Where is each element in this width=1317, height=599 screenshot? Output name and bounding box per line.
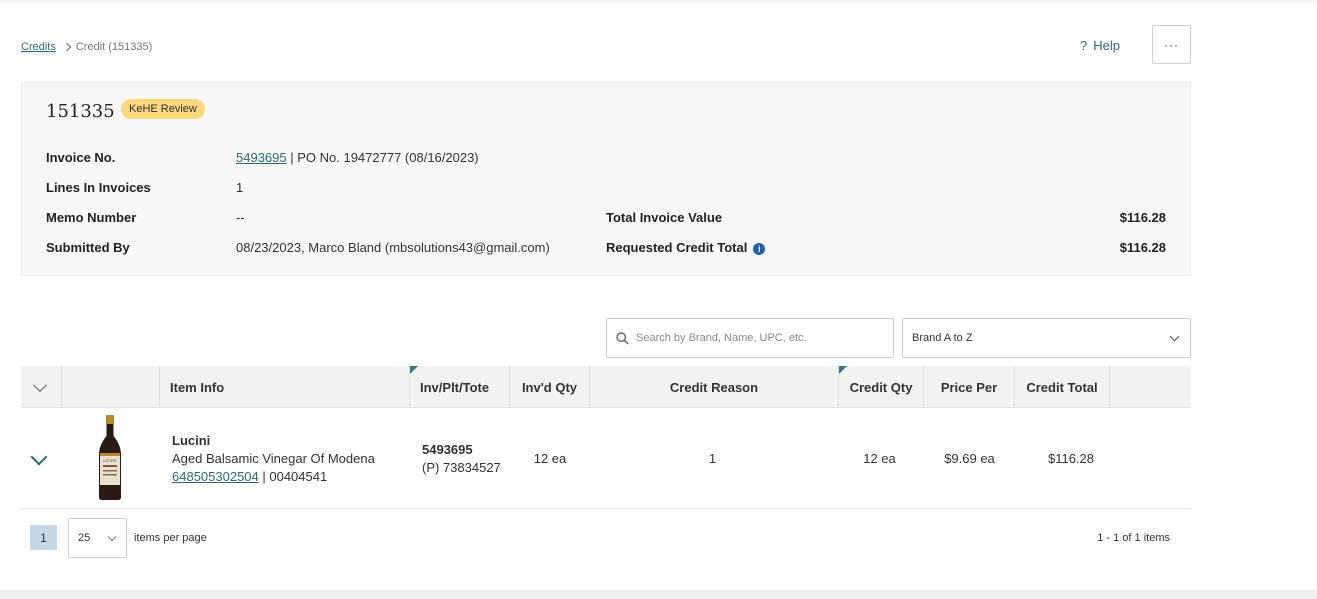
row-credit-total: $116.28 — [1047, 451, 1095, 466]
invoice-po: | PO No. 19472777 (08/16/2023) — [286, 150, 479, 165]
search-icon — [616, 331, 629, 345]
column-invd-qty[interactable]: Inv'd Qty — [510, 366, 590, 408]
footer-band — [0, 590, 1317, 599]
submitted-label: Submitted By — [46, 240, 130, 255]
chevron-right-icon — [62, 42, 72, 52]
row-credit-reason: 1 — [708, 451, 717, 466]
submitted-value: 08/23/2023, Marco Bland (mbsolutions43@g… — [236, 240, 550, 255]
column-credit-qty[interactable]: Credit Qty — [839, 366, 924, 408]
total-invoice-value: $116.28 — [1119, 210, 1166, 225]
lines-label: Lines In Invoices — [46, 180, 151, 195]
chevron-down-icon — [107, 532, 117, 542]
requested-credit-value: $116.28 — [1119, 240, 1166, 255]
total-invoice-label: Total Invoice Value — [606, 210, 723, 225]
requested-credit-label: Requested Credit Total i — [606, 240, 766, 255]
chevron-down-icon — [32, 377, 48, 393]
item-name: Aged Balsamic Vinegar Of Modena — [172, 451, 375, 466]
table-header: Item Info Inv/Plt/Tote Inv'd Qty Credit … — [21, 366, 1191, 408]
column-marker-icon — [410, 366, 418, 374]
memo-label: Memo Number — [46, 210, 137, 225]
lines-value: 1 — [236, 180, 244, 195]
column-price-per[interactable]: Price Per — [924, 366, 1015, 408]
item-upc-link[interactable]: 648505302504 — [172, 469, 259, 484]
table-row: LUCINI Lucini Aged Balsamic Vinegar Of M… — [21, 408, 1191, 509]
credit-id: 151335 — [46, 101, 115, 122]
search-input[interactable] — [636, 332, 876, 344]
item-count: 1 - 1 of 1 items — [1097, 532, 1170, 544]
per-page-select[interactable]: 25 — [68, 518, 127, 558]
breadcrumb: Credits Credit (151335) — [21, 41, 152, 53]
breadcrumb-credits-link[interactable]: Credits — [21, 41, 56, 53]
chevron-down-icon — [1169, 331, 1180, 342]
column-actions — [1110, 366, 1191, 408]
requested-credit-text: Requested Credit Total — [606, 240, 748, 255]
memo-value: -- — [236, 210, 245, 225]
help-link[interactable]: ? Help — [1080, 38, 1120, 53]
search-box — [606, 318, 894, 358]
question-icon: ? — [1080, 38, 1088, 53]
top-shadow — [0, 0, 1317, 4]
column-inv-plt-tote[interactable]: Inv/Plt/Tote — [410, 366, 510, 408]
column-marker-icon — [839, 366, 847, 374]
sort-select[interactable]: Brand A to Z — [902, 318, 1191, 358]
breadcrumb-current: Credit (151335) — [75, 41, 153, 53]
invoice-label: Invoice No. — [46, 150, 116, 165]
ellipsis-icon: ··· — [1164, 37, 1179, 52]
info-icon[interactable]: i — [753, 243, 766, 255]
row-credit-qty: 12 ea — [863, 451, 896, 466]
column-image — [62, 366, 160, 408]
row-price-per: $9.69 ea — [944, 451, 995, 466]
status-badge: KeHE Review — [121, 99, 205, 119]
item-code: | 00404541 — [258, 469, 328, 484]
bottle-label: LUCINI — [103, 459, 117, 463]
invoice-value: 5493695 | PO No. 19472777 (08/16/2023) — [236, 150, 479, 165]
invoice-number-link[interactable]: 5493695 — [236, 150, 287, 165]
credit-summary-panel: 151335 KeHE Review Invoice No. 5493695 |… — [21, 82, 1191, 276]
product-image: LUCINI — [99, 415, 121, 500]
per-page-label: items per page — [134, 532, 207, 544]
row-invoice: 5493695 — [422, 442, 473, 457]
sort-value: Brand A to Z — [912, 332, 973, 344]
help-label: Help — [1093, 38, 1120, 53]
expand-all-toggle[interactable] — [21, 366, 62, 408]
pager: 1 25 items per page 1 - 1 of 1 items — [21, 518, 1191, 558]
page-button-1[interactable]: 1 — [30, 525, 57, 550]
row-pallet: (P) 73834527 — [422, 460, 501, 475]
column-credit-reason[interactable]: Credit Reason — [590, 366, 839, 408]
per-page-value: 25 — [78, 532, 91, 544]
item-codes: 648505302504 | 00404541 — [172, 469, 327, 484]
column-item-info[interactable]: Item Info — [160, 366, 410, 408]
item-brand: Lucini — [172, 433, 211, 448]
row-expand-icon[interactable] — [30, 448, 48, 466]
column-credit-total[interactable]: Credit Total — [1015, 366, 1110, 408]
more-options-button[interactable]: ··· — [1152, 25, 1191, 64]
row-invd-qty: 12 ea — [533, 451, 567, 466]
